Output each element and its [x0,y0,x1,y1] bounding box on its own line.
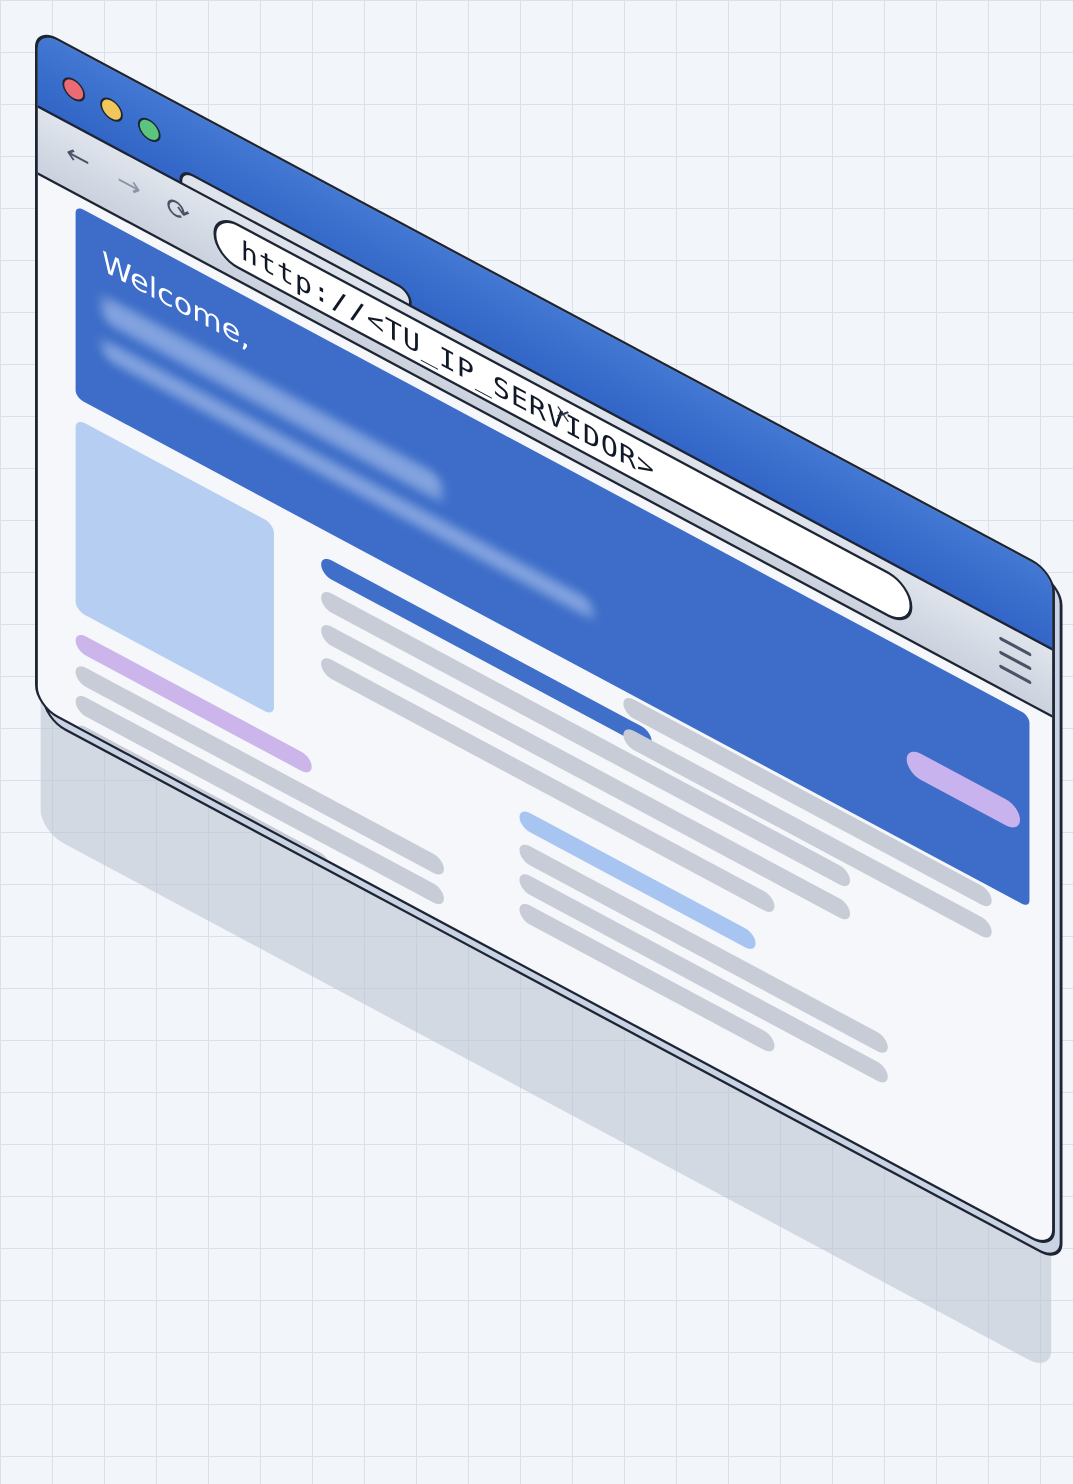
hamburger-menu-icon[interactable] [999,636,1032,685]
illustration-stage: ← → ⟳ http://<TU_IP_SERVIDOR> × Welcome, [0,0,1073,1484]
minimize-window-button[interactable] [100,93,123,127]
back-arrow-icon[interactable]: ← [66,136,90,179]
browser-window: ← → ⟳ http://<TU_IP_SERVIDOR> × Welcome, [35,26,1063,1372]
hero-cta-button[interactable] [906,746,1021,833]
forward-arrow-icon[interactable]: → [117,163,141,206]
maximize-window-button[interactable] [137,113,161,147]
close-window-button[interactable] [62,72,86,106]
reload-icon[interactable]: ⟳ [166,190,190,233]
